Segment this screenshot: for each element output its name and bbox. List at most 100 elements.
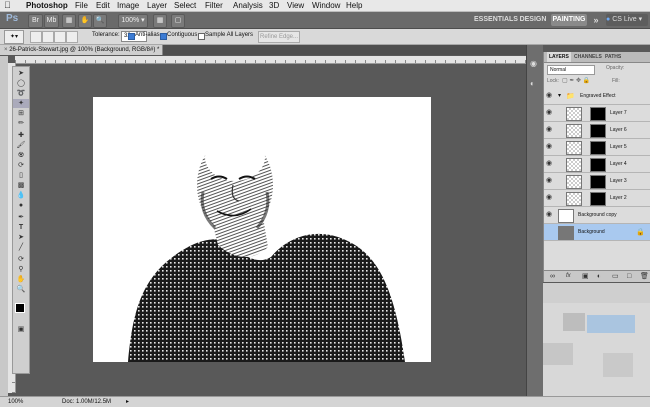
visibility-eye-icon[interactable]: ◉ [546, 126, 552, 134]
workspace-overflow-button[interactable]: » [591, 14, 601, 26]
sample-all-layers-checkbox[interactable] [198, 33, 205, 40]
menu-photoshop[interactable]: Photoshop [26, 0, 68, 11]
type-tool-icon[interactable]: T [13, 223, 29, 232]
layer-mask-thumbnail [590, 107, 606, 121]
trash-icon[interactable]: 🗑 [640, 271, 649, 282]
new-selection-icon[interactable] [30, 31, 42, 43]
mini-bridge-button[interactable]: Mb [44, 14, 59, 28]
foreground-color-swatch[interactable] [15, 303, 25, 313]
eyedropper-tool-icon[interactable]: ✏ [13, 119, 29, 128]
folder-icon[interactable]: ▭ [612, 271, 619, 282]
document-canvas[interactable] [93, 97, 431, 362]
visibility-eye-icon[interactable]: ◉ [546, 92, 552, 100]
subtract-selection-icon[interactable] [54, 31, 66, 43]
layer-name: Layer 7 [610, 110, 627, 116]
menu-file[interactable]: File [75, 0, 88, 11]
tab-channels[interactable]: CHANNELS [574, 52, 602, 62]
brush-tool-icon[interactable]: 🖌 [13, 141, 29, 150]
workspace-essentials[interactable]: ESSENTIALS [474, 14, 518, 26]
pen-tool-icon[interactable]: ✒ [13, 213, 29, 222]
zoom-level-dropdown[interactable]: 100% ▾ [118, 14, 148, 28]
gradient-tool-icon[interactable]: ▩ [13, 181, 29, 190]
fx-icon[interactable]: fx [566, 271, 571, 282]
lasso-tool-icon[interactable]: ➰ [13, 89, 29, 98]
adjustment-icon[interactable]: ◐ [597, 271, 601, 282]
menu-edit[interactable]: Edit [96, 0, 110, 11]
menu-select[interactable]: Select [174, 0, 196, 11]
zoom-tool-icon[interactable]: 🔍 [93, 14, 107, 28]
visibility-eye-icon[interactable]: ◉ [546, 143, 552, 151]
magic-wand-preset-icon[interactable]: ✦▾ [4, 30, 24, 44]
cs-live-button[interactable]: ● CS Live ▾ [606, 14, 648, 26]
menu-analysis[interactable]: Analysis [233, 0, 263, 11]
screen-mode-icon[interactable]: ▢ [171, 14, 185, 28]
group-expand-icon[interactable]: ▾ [558, 92, 561, 99]
visibility-eye-icon[interactable]: ◉ [546, 109, 552, 117]
lock-icons[interactable]: ▢ ✒ ✥ 🔒 [562, 77, 590, 84]
link-icon[interactable]: ∞ [550, 271, 555, 282]
layer-row-4[interactable]: ◉ Layer 4 [544, 156, 650, 173]
layer-row-5[interactable]: ◉ Layer 5 [544, 139, 650, 156]
new-layer-icon[interactable]: □ [627, 271, 631, 282]
extras-icon[interactable]: ▦ [62, 14, 76, 28]
intersect-selection-icon[interactable] [66, 31, 78, 43]
menu-filter[interactable]: Filter [205, 0, 223, 11]
layer-row-background[interactable]: Background 🔒 [544, 224, 650, 241]
marquee-tool-icon[interactable]: ◯ [13, 79, 29, 88]
workspace-painting[interactable]: PAINTING [551, 14, 587, 26]
bridge-button[interactable]: Br [28, 14, 43, 28]
menu-window[interactable]: Window [312, 0, 340, 11]
3d-rotate-tool-icon[interactable]: ⟳ [13, 255, 29, 264]
menu-layer[interactable]: Layer [147, 0, 167, 11]
history-brush-tool-icon[interactable]: ⟳ [13, 161, 29, 170]
add-selection-icon[interactable] [42, 31, 54, 43]
healing-brush-tool-icon[interactable]: ✚ [13, 131, 29, 140]
layer-row-6[interactable]: ◉ Layer 6 [544, 122, 650, 139]
blend-mode-dropdown[interactable]: Normal [547, 65, 595, 75]
quick-mask-icon[interactable]: ▣ [13, 325, 29, 334]
adjustments-panel-icon[interactable]: ◐ [530, 79, 540, 89]
visibility-eye-icon[interactable]: ◉ [546, 160, 552, 168]
contiguous-checkbox[interactable] [160, 33, 167, 40]
dodge-tool-icon[interactable]: ● [13, 201, 29, 210]
layer-row-7[interactable]: ◉ Layer 7 [544, 105, 650, 122]
shape-tool-icon[interactable]: ╱ [13, 243, 29, 252]
zoom-tool-icon[interactable]: 🔍 [13, 285, 29, 294]
mac-menu-bar:  Photoshop File Edit Image Layer Select… [0, 0, 650, 12]
layer-group-row[interactable]: ◉ ▾ 📁 Engraved Effect [544, 88, 650, 105]
clone-stamp-tool-icon[interactable]: ♼ [13, 151, 29, 160]
close-tab-icon[interactable]: × [4, 47, 8, 53]
menu-image[interactable]: Image [117, 0, 139, 11]
layer-row-2[interactable]: ◉ Layer 2 [544, 190, 650, 207]
contiguous-label: Contiguous [167, 32, 198, 38]
hand-tool-icon[interactable]: ✋ [13, 275, 29, 284]
tab-paths[interactable]: PATHS [605, 52, 621, 62]
apple-icon[interactable]:  [4, 0, 11, 11]
refine-edge-button[interactable]: Refine Edge... [258, 31, 300, 43]
anti-alias-checkbox[interactable] [128, 33, 135, 40]
layer-thumbnail [566, 141, 582, 155]
path-selection-tool-icon[interactable]: ➤ [13, 233, 29, 242]
layer-row-background-copy[interactable]: ◉ Background copy [544, 207, 650, 224]
move-tool-icon[interactable]: ➤ [13, 69, 29, 78]
layers-panel-footer: ∞ fx ▣ ◐ ▭ □ 🗑 [544, 270, 650, 282]
visibility-eye-icon[interactable]: ◉ [546, 177, 552, 185]
visibility-eye-icon[interactable]: ◉ [546, 211, 552, 219]
magic-wand-tool-icon[interactable]: ✦ [13, 99, 29, 108]
workspace-design[interactable]: DESIGN [519, 14, 547, 26]
menu-view[interactable]: View [287, 0, 304, 11]
eraser-tool-icon[interactable]: ▯ [13, 171, 29, 180]
blur-tool-icon[interactable]: 💧 [13, 191, 29, 200]
arrange-documents-icon[interactable]: ▦ [153, 14, 167, 28]
tab-layers[interactable]: LAYERS [547, 52, 571, 62]
navigator-panel-icon[interactable]: ◉ [530, 59, 540, 69]
crop-tool-icon[interactable]: ⊞ [13, 109, 29, 118]
layer-row-3[interactable]: ◉ Layer 3 [544, 173, 650, 190]
document-tab[interactable]: × 26-Patrick-Stewart.jpg @ 100% (Backgro… [0, 45, 163, 55]
hand-icon[interactable]: ✋ [78, 14, 92, 28]
menu-help[interactable]: Help [346, 0, 362, 11]
3d-camera-tool-icon[interactable]: ⚲ [13, 265, 29, 274]
mask-icon[interactable]: ▣ [582, 271, 589, 282]
visibility-eye-icon[interactable]: ◉ [546, 194, 552, 202]
menu-3d[interactable]: 3D [269, 0, 279, 11]
